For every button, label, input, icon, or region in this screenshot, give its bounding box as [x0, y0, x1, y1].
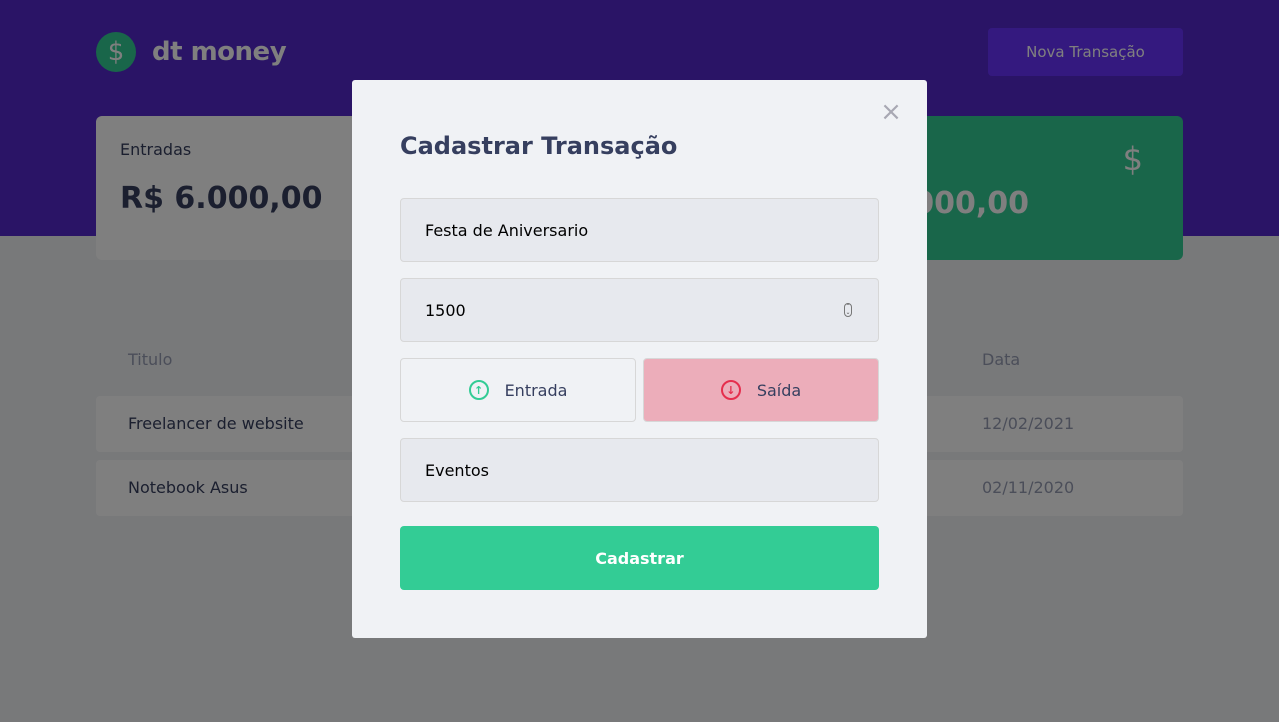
number-spinner-icon[interactable]: ⌃ ⌄	[844, 303, 852, 317]
modal-title: Cadastrar Transação	[400, 132, 678, 160]
amount-input[interactable]: 1500 ⌃ ⌄	[400, 278, 879, 342]
amount-value: 1500	[425, 300, 466, 320]
submit-button[interactable]: Cadastrar	[400, 526, 879, 590]
new-transaction-modal: × Cadastrar Transação 1500 ⌃⌄ ↑ Entrada …	[352, 80, 927, 638]
type-outcome-label: Saída	[756, 380, 802, 400]
type-income-button[interactable]: ↑ Entrada	[400, 358, 636, 422]
close-icon[interactable]: ×	[877, 98, 905, 126]
type-income-label: Entrada	[504, 380, 568, 400]
arrow-down-circle-icon: ↓	[720, 380, 741, 400]
type-outcome-button[interactable]: ↓ Saída	[643, 358, 879, 422]
arrow-up-circle-icon: ↑	[468, 380, 489, 400]
title-input[interactable]	[400, 198, 879, 262]
category-input[interactable]	[400, 438, 879, 502]
